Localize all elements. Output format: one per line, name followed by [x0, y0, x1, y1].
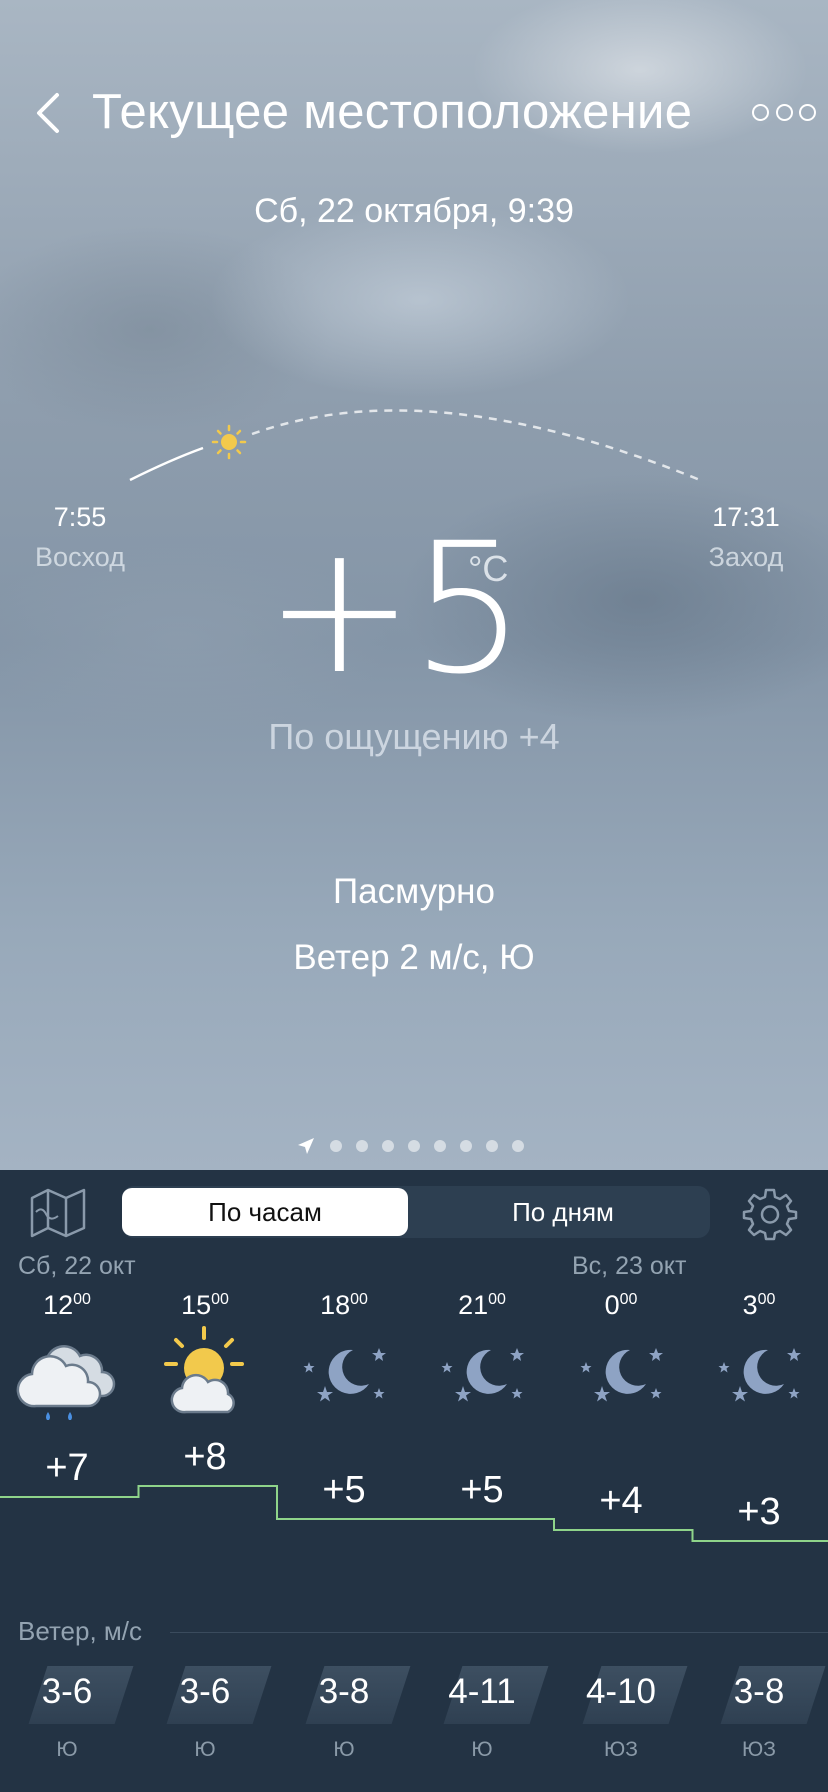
page-title: Текущее местоположение: [92, 85, 693, 139]
page-dot[interactable]: [434, 1140, 446, 1152]
sunset-label: Заход: [708, 542, 784, 572]
page-dot[interactable]: [382, 1140, 394, 1152]
wind-speed: 3-6: [0, 1662, 136, 1724]
wind-section-title: Ветер, м/с: [18, 1616, 143, 1646]
moon-stars-icon: [303, 1348, 386, 1402]
sun-path-arc: [129, 409, 701, 482]
day-label: Вс, 23 окт: [572, 1252, 687, 1280]
more-button[interactable]: [752, 100, 816, 124]
forecast-hour: 1500: [181, 1290, 229, 1320]
page-dot[interactable]: [460, 1140, 472, 1152]
forecast-temp: +4: [599, 1480, 643, 1522]
settings-button[interactable]: [742, 1186, 798, 1242]
wind-speed: 4-10: [552, 1662, 690, 1724]
moon-stars-icon: [580, 1348, 663, 1402]
wind-direction: Ю: [471, 1738, 493, 1761]
forecast-temp: +5: [322, 1469, 366, 1511]
wind-direction: ЮЗ: [604, 1738, 638, 1761]
sun-icon: [211, 424, 247, 460]
more-dot-icon: [752, 103, 769, 121]
gear-icon: [742, 1188, 798, 1241]
current-wind: Ветер 2 м/с, Ю: [293, 938, 535, 977]
divider: [170, 1632, 828, 1633]
tab-daily[interactable]: По дням: [420, 1188, 706, 1236]
moon-stars-icon: [441, 1348, 524, 1402]
feels-like: По ощущению +4: [268, 716, 560, 757]
forecast-hour: 300: [742, 1290, 776, 1320]
forecast-temp: +5: [460, 1469, 504, 1511]
wind-direction: Ю: [194, 1738, 216, 1761]
forecast-hour: 1800: [320, 1290, 368, 1320]
forecast-hour: 1200: [43, 1290, 91, 1320]
forecast-hour: 2100: [458, 1290, 506, 1320]
wind-direction: Ю: [56, 1738, 78, 1761]
chevron-left-icon: [37, 93, 59, 133]
page-dot[interactable]: [512, 1140, 524, 1152]
back-button[interactable]: [28, 88, 68, 138]
forecast-temp: +7: [45, 1447, 89, 1489]
wind-speed: 4-11: [413, 1662, 551, 1724]
page-dot[interactable]: [408, 1140, 420, 1152]
forecast-temp: +8: [183, 1436, 227, 1478]
wind-speed: 3-6: [136, 1662, 274, 1724]
wind-speed: 3-8: [275, 1662, 413, 1724]
forecast-temp: +3: [737, 1491, 781, 1533]
map-button[interactable]: [28, 1186, 88, 1240]
map-icon: [30, 1188, 86, 1238]
sun-cloud-icon: [164, 1326, 244, 1414]
forecast-hour: 000: [604, 1290, 638, 1320]
page-dot[interactable]: [356, 1140, 368, 1152]
sunrise-label: Восход: [35, 542, 125, 572]
sunset-time: 17:31: [712, 502, 780, 532]
more-dot-icon: [775, 103, 793, 121]
rain-cloud-icon: [16, 1345, 116, 1420]
location-icon: [298, 1138, 314, 1154]
tab-hourly[interactable]: По часам: [122, 1188, 408, 1236]
page-dot[interactable]: [486, 1140, 498, 1152]
wind-direction: Ю: [333, 1738, 355, 1761]
page-indicator[interactable]: [296, 1136, 524, 1156]
more-dot-icon: [799, 103, 816, 121]
weather-condition: Пасмурно: [333, 872, 495, 911]
wind-speed: 3-8: [690, 1662, 828, 1724]
moon-stars-icon: [718, 1348, 801, 1402]
current-temperature: +5: [264, 505, 525, 714]
temperature-unit: °C: [468, 548, 509, 589]
sunrise-time: 7:55: [53, 502, 107, 532]
wind-direction: ЮЗ: [742, 1738, 776, 1761]
current-date: Сб, 22 октября, 9:39: [254, 192, 574, 230]
page-dot[interactable]: [330, 1140, 342, 1152]
day-label: Сб, 22 окт: [18, 1252, 136, 1280]
